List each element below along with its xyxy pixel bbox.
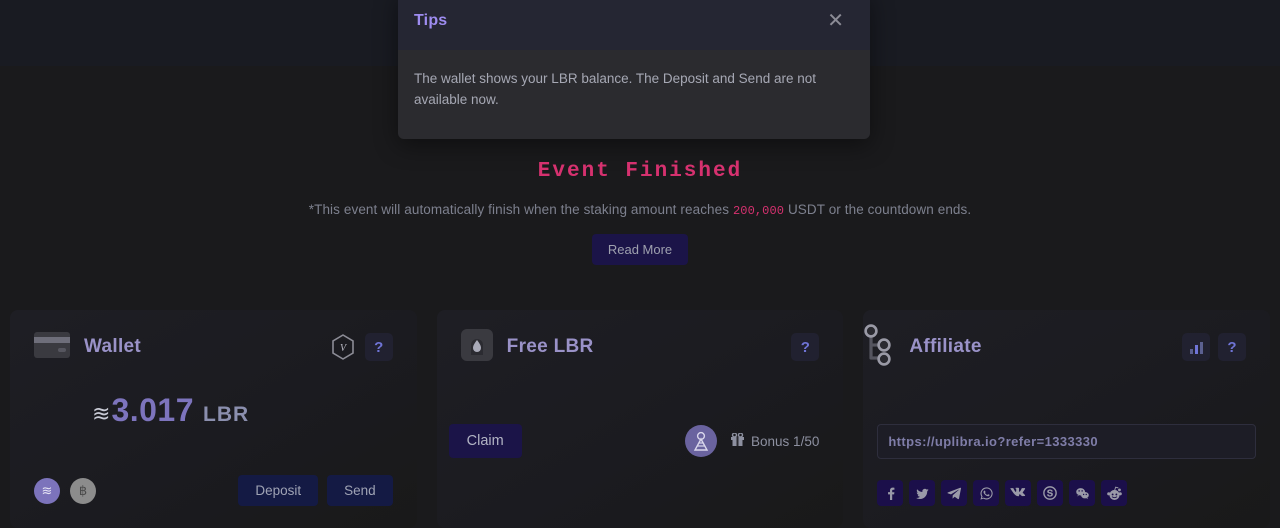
- affiliate-help-label: ?: [1227, 338, 1237, 356]
- gift-icon: [731, 432, 745, 449]
- network-nodes-icon: [859, 322, 895, 373]
- flame-icon: [460, 328, 493, 366]
- hexagon-v-icon[interactable]: V: [329, 332, 357, 362]
- credit-card-icon: [34, 331, 70, 363]
- event-note-prefix: *This event will automatically finish wh…: [308, 202, 730, 217]
- read-more-button[interactable]: Read More: [591, 234, 689, 265]
- free-lbr-help-label: ?: [800, 338, 810, 356]
- affiliate-help-button[interactable]: ?: [1218, 333, 1247, 361]
- event-note-suffix: USDT or the countdown ends.: [787, 202, 972, 217]
- free-lbr-title: Free LBR: [506, 336, 594, 357]
- currency-toggle-lbr[interactable]: ≋: [34, 477, 60, 504]
- approx-icon: ≋: [92, 401, 111, 426]
- tips-modal-body: The wallet shows your LBR balance. The D…: [398, 50, 870, 139]
- tips-modal-title: Tips: [414, 12, 448, 29]
- bonus-label-text: Bonus 1/50: [751, 433, 820, 449]
- tips-modal-header: Tips ✕: [398, 0, 870, 50]
- bar-chart-icon[interactable]: [1182, 333, 1211, 361]
- share-wechat-icon[interactable]: [1069, 480, 1096, 506]
- deposit-button[interactable]: Deposit: [238, 475, 319, 506]
- bonus-group: Bonus 1/50: [685, 425, 819, 457]
- share-twitter-icon[interactable]: [909, 480, 936, 506]
- share-skype-icon[interactable]: [1037, 480, 1064, 506]
- wallet-title: Wallet: [84, 336, 142, 357]
- free-lbr-footer: Claim Bonus 1/50: [448, 424, 819, 458]
- send-button[interactable]: Send: [327, 475, 393, 506]
- wallet-card: Wallet V ? ≋ 3.017 LBR ≋ ฿ Deposit Send: [0, 300, 427, 528]
- app-root: Tips ✕ The wallet shows your LBR balance…: [0, 0, 1280, 528]
- cards-row: Wallet V ? ≋ 3.017 LBR ≋ ฿ Deposit Send …: [0, 300, 1280, 528]
- currency-toggle-alt[interactable]: ฿: [70, 477, 96, 504]
- svg-text:V: V: [340, 343, 348, 354]
- bonus-status: Bonus 1/50: [731, 432, 820, 449]
- event-note: *This event will automatically finish wh…: [0, 202, 1280, 218]
- event-note-amount: 200,000: [732, 204, 785, 218]
- wallet-card-header: Wallet V ?: [34, 326, 393, 368]
- share-telegram-icon[interactable]: [941, 480, 968, 506]
- share-facebook-icon[interactable]: [877, 480, 904, 506]
- social-share-row: [877, 480, 1128, 506]
- claim-button[interactable]: Claim: [448, 424, 522, 458]
- event-section: Event Finished *This event will automati…: [0, 160, 1280, 265]
- affiliate-card: Affiliate ? https://uplibra.io?refer=133…: [853, 300, 1280, 528]
- referral-link-input[interactable]: https://uplibra.io?refer=1333330: [877, 424, 1257, 459]
- wallet-balance-value: 3.017: [111, 392, 195, 428]
- affiliate-title: Affiliate: [909, 336, 982, 357]
- close-icon[interactable]: ✕: [827, 11, 844, 31]
- share-reddit-icon[interactable]: [1101, 480, 1128, 506]
- event-status-title: Event Finished: [537, 160, 743, 183]
- wallet-footer: ≋ ฿ Deposit Send: [34, 475, 393, 506]
- wallet-help-label: ?: [374, 338, 384, 356]
- wallet-balance-unit: LBR: [203, 403, 250, 426]
- share-whatsapp-icon[interactable]: [973, 480, 1000, 506]
- share-vk-icon[interactable]: [1005, 480, 1032, 506]
- tips-modal-text: The wallet shows your LBR balance. The D…: [414, 71, 816, 107]
- free-lbr-help-button[interactable]: ?: [791, 333, 820, 361]
- affiliate-card-header: Affiliate ?: [859, 323, 1247, 368]
- tips-modal: Tips ✕ The wallet shows your LBR balance…: [398, 0, 870, 139]
- wallet-help-button[interactable]: ?: [364, 333, 393, 361]
- libra-coin-icon: [685, 425, 718, 457]
- wallet-balance: ≋ 3.017 LBR: [34, 392, 393, 429]
- free-lbr-card: Free LBR ? Claim Bonus 1/50: [427, 300, 854, 528]
- free-lbr-card-header: Free LBR ?: [460, 326, 820, 368]
